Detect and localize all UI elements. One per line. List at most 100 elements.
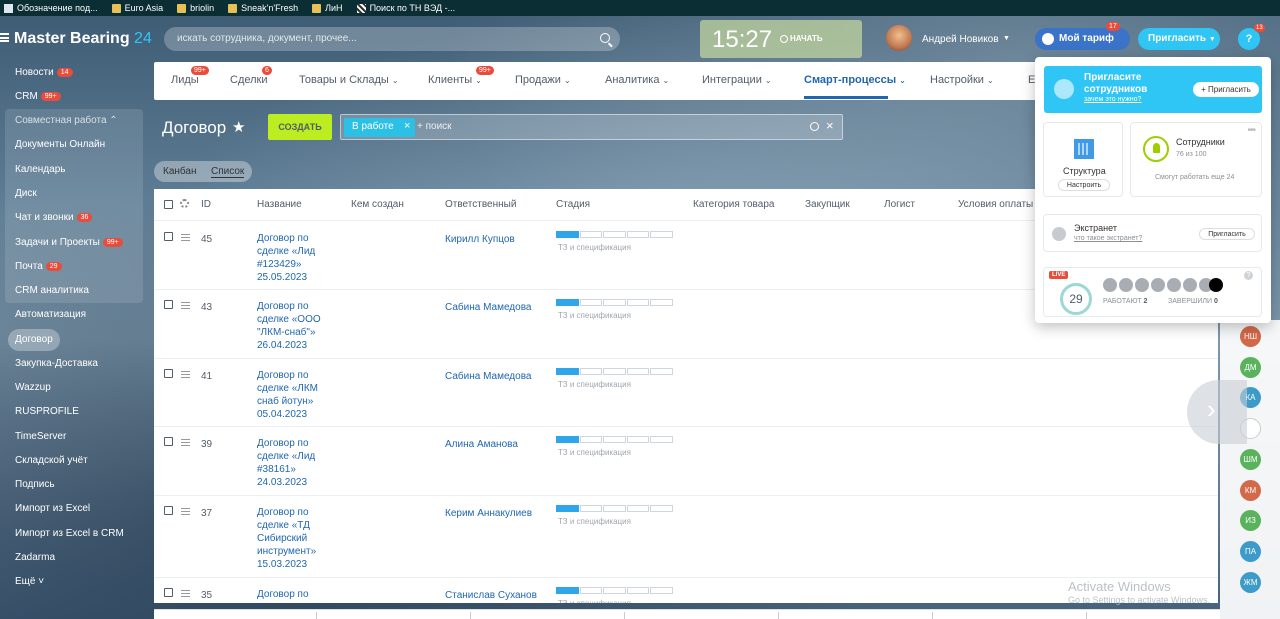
column-header[interactable]: Условия оплаты: [958, 199, 1033, 210]
column-header[interactable]: Категория товара: [693, 199, 774, 210]
tab-deals[interactable]: Сделки: [230, 74, 268, 86]
row-menu-icon[interactable]: [181, 302, 190, 309]
sidebar-item-purchase[interactable]: Закупка-Доставка: [8, 353, 105, 375]
contract-link[interactable]: Договор по сделке «Лид #38161» 24.03.2023: [257, 437, 327, 489]
invite-button[interactable]: + Пригласить: [1193, 82, 1259, 97]
bookmark[interactable]: briolin: [177, 3, 214, 13]
responsible-link[interactable]: Керим Аннакулиев: [445, 508, 532, 519]
responsible-link[interactable]: Сабина Мамедова: [445, 371, 531, 382]
contract-link[interactable]: Договор по сделке «ООО "ЛКМ-снаб"» 26.04.20…: [257, 300, 327, 352]
column-header[interactable]: Название: [257, 199, 302, 210]
avatar[interactable]: ШМ: [1240, 449, 1261, 470]
row-menu-icon[interactable]: [181, 234, 190, 241]
sidebar-item-news[interactable]: Новости 14: [8, 62, 80, 84]
sidebar-item-rusprofile[interactable]: RUSPROFILE: [8, 401, 86, 423]
contract-link[interactable]: Договор по: [257, 588, 327, 601]
sidebar-item-import-excel[interactable]: Импорт из Excel: [8, 498, 97, 520]
avatar[interactable]: [886, 25, 912, 51]
search-icon[interactable]: [810, 122, 819, 131]
tab-products[interactable]: Товары и Склады ⌄: [299, 74, 399, 86]
column-header[interactable]: Закупщик: [805, 199, 850, 210]
close-icon[interactable]: ×: [826, 118, 834, 133]
employees-card[interactable]: ••• Сотрудники 76 из 100 Смогут работать…: [1130, 122, 1262, 197]
invite-button[interactable]: Пригласить ▼: [1138, 28, 1220, 50]
menu-icon[interactable]: [0, 33, 9, 42]
tab-integrations[interactable]: Интеграции ⌄: [702, 74, 772, 86]
avatar[interactable]: НШ: [1240, 326, 1261, 347]
row-menu-icon[interactable]: [181, 439, 190, 446]
gear-icon[interactable]: [180, 199, 189, 208]
avatar[interactable]: ИЗ: [1240, 510, 1261, 531]
stage-progress[interactable]: [556, 231, 673, 238]
close-icon[interactable]: ×: [404, 120, 410, 132]
live-card[interactable]: LIVE 29 РАБОТАЮТ 2 ЗАВЕРШИЛИ 0 ?: [1043, 267, 1262, 317]
configure-button[interactable]: Настроить: [1058, 179, 1110, 191]
row-checkbox[interactable]: [164, 232, 173, 241]
avatar[interactable]: ДМ: [1240, 357, 1261, 378]
logo[interactable]: Master Bearing 24: [14, 30, 152, 48]
help-link[interactable]: что такое экстранет?: [1074, 235, 1142, 242]
tab-clients[interactable]: Клиенты ⌄: [428, 74, 482, 86]
tab-list[interactable]: Список: [211, 166, 245, 178]
sidebar-item-timeserver[interactable]: TimeServer: [8, 426, 73, 448]
sidebar-item-tasks[interactable]: Задачи и Проекты 99+: [8, 232, 130, 254]
more-icon[interactable]: •••: [1247, 125, 1255, 136]
contract-link[interactable]: Договор по сделке «Лид #123429» 25.05.2023: [257, 232, 327, 284]
stage-progress[interactable]: [556, 587, 673, 594]
sidebar-item-warehouse[interactable]: Складской учёт: [8, 450, 95, 472]
user-name[interactable]: Андрей Новиков: [922, 34, 999, 45]
search-input[interactable]: искать сотрудника, документ, прочее...: [164, 27, 620, 51]
help-icon[interactable]: ?: [1244, 271, 1253, 280]
search-icon[interactable]: [600, 33, 610, 43]
responsible-link[interactable]: Алина Аманова: [445, 439, 518, 450]
stage-progress[interactable]: [556, 436, 673, 443]
tab-analytics[interactable]: Аналитика ⌄: [605, 74, 669, 86]
workday-clock[interactable]: 15:27 НАЧАТЬ: [700, 20, 862, 58]
column-header[interactable]: Кем создан: [351, 199, 404, 210]
create-button[interactable]: СОЗДАТЬ: [268, 114, 332, 140]
invite-button[interactable]: Пригласить: [1199, 228, 1255, 240]
row-menu-icon[interactable]: [181, 508, 190, 515]
sidebar-item-crm-analytics[interactable]: CRM аналитика: [8, 280, 96, 302]
tariff-button[interactable]: Мой тариф: [1035, 28, 1130, 50]
structure-card[interactable]: Структура Настроить: [1043, 122, 1123, 197]
sidebar-item-wazzup[interactable]: Wazzup: [8, 377, 58, 399]
bookmark[interactable]: Euro Asia: [111, 3, 163, 13]
help-link[interactable]: зачем это нужно?: [1084, 96, 1141, 103]
start-button[interactable]: НАЧАТЬ: [790, 34, 823, 43]
column-header[interactable]: ID: [201, 199, 211, 210]
star-icon[interactable]: ★: [232, 118, 245, 136]
filter-chip[interactable]: В работе ×: [344, 118, 415, 137]
bookmark[interactable]: Sneak'n'Fresh: [228, 3, 298, 13]
avatar[interactable]: ПА: [1240, 541, 1261, 562]
filter-search-input[interactable]: В работе × + поиск ×: [340, 114, 843, 140]
row-menu-icon[interactable]: [181, 371, 190, 378]
avatar[interactable]: ЖМ: [1240, 572, 1261, 593]
sidebar-item-sign[interactable]: Подпись: [8, 474, 62, 496]
bookmark[interactable]: ЛиН: [312, 3, 343, 13]
sidebar-item-zadarma[interactable]: Zadarma: [8, 547, 62, 569]
sidebar-item-mail[interactable]: Почта 29: [8, 256, 69, 278]
responsible-link[interactable]: Станислав Суханов: [445, 590, 537, 601]
responsible-link[interactable]: Сабина Мамедова: [445, 302, 531, 313]
stage-progress[interactable]: [556, 368, 673, 375]
tab-leads[interactable]: Лиды: [171, 74, 199, 86]
stage-progress[interactable]: [556, 505, 673, 512]
sidebar-item-crm[interactable]: CRM 99+: [8, 86, 68, 108]
stage-progress[interactable]: [556, 299, 673, 306]
sidebar-item-automation[interactable]: Автоматизация: [8, 304, 93, 326]
sidebar-item-contract[interactable]: Договор: [8, 329, 60, 351]
row-checkbox[interactable]: [164, 588, 173, 597]
sidebar-group-collab[interactable]: Совместная работа ⌃: [8, 110, 125, 132]
row-menu-icon[interactable]: [181, 590, 190, 597]
contract-link[interactable]: Договор по сделке «ЛКМ снаб йотун» 05.04.20…: [257, 369, 327, 421]
row-checkbox[interactable]: [164, 369, 173, 378]
avatar[interactable]: КМ: [1240, 480, 1261, 501]
row-checkbox[interactable]: [164, 437, 173, 446]
column-header[interactable]: Стадия: [556, 199, 590, 210]
tab-kanban[interactable]: Канбан: [163, 166, 197, 177]
chevron-down-icon[interactable]: ▼: [1003, 35, 1010, 42]
bookmark[interactable]: Обозначение под...: [4, 3, 98, 13]
select-all-checkbox[interactable]: [164, 200, 173, 209]
bookmark[interactable]: Поиск по ТН ВЭД -...: [356, 3, 455, 13]
